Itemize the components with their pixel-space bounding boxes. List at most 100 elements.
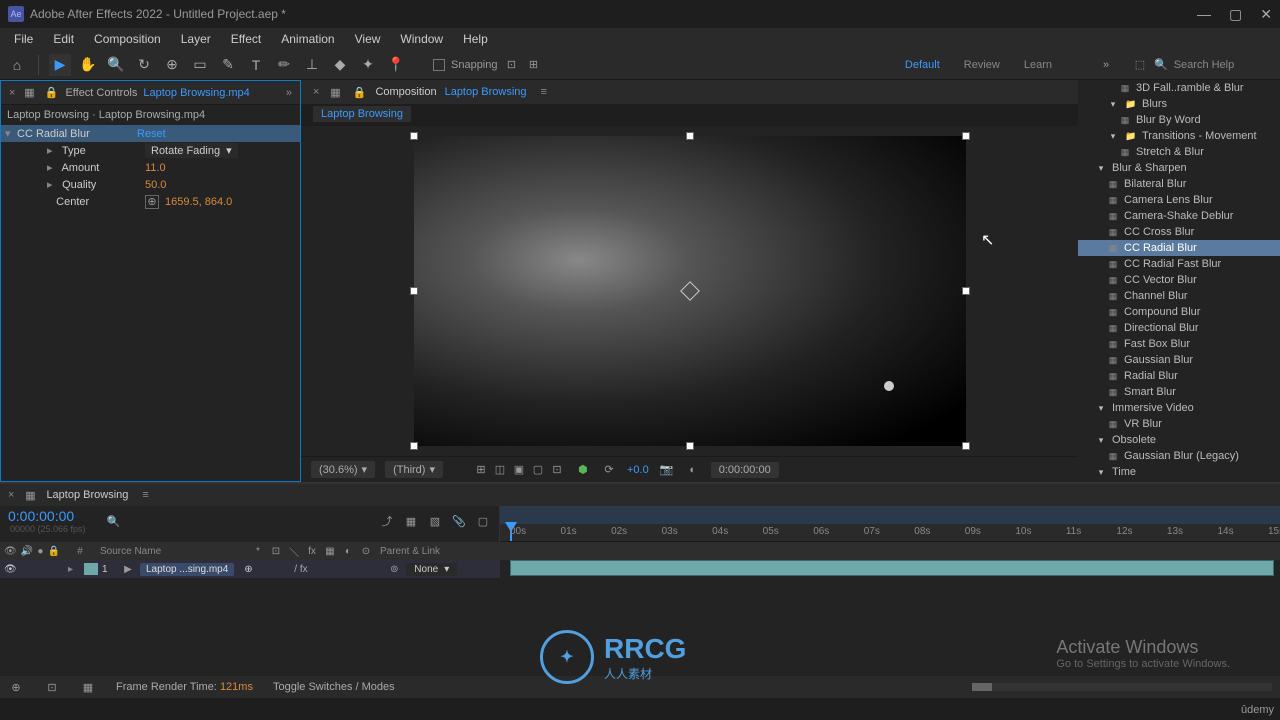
twirl-icon[interactable]: ▾ xyxy=(1106,98,1120,110)
snap-option-icon[interactable]: ⊡ xyxy=(504,57,520,73)
effect-item[interactable]: ▦CC Cross Blur xyxy=(1078,224,1280,240)
snapping-checkbox[interactable] xyxy=(433,59,445,71)
time-ruler[interactable]: 00s01s02s03s04s05s06s07s08s09s10s11s12s1… xyxy=(500,524,1280,542)
switch-icon[interactable]: ⊙ xyxy=(358,543,374,559)
effect-item[interactable]: ▦Fast Box Blur xyxy=(1078,336,1280,352)
layer-row[interactable]: 👁 ▸ 1 ▶ Laptop ...sing.mp4 ⊕ / fx ⊚ None… xyxy=(0,560,500,578)
switch-icon[interactable]: ＼ xyxy=(286,543,302,559)
anchor-point-icon[interactable] xyxy=(680,281,700,301)
rect-tool-icon[interactable]: ▭ xyxy=(189,54,211,76)
panel-menu-icon[interactable]: ≡ xyxy=(541,86,547,98)
menu-view[interactable]: View xyxy=(347,30,389,48)
panel-lock-icon[interactable]: 🔒 xyxy=(351,84,367,100)
home-icon[interactable]: ⌂ xyxy=(6,54,28,76)
region-icon[interactable]: ▣ xyxy=(511,462,527,478)
breadcrumb-item[interactable]: Laptop Browsing xyxy=(313,106,411,122)
grid-icon[interactable]: ⊡ xyxy=(549,462,565,478)
bbox-handle[interactable] xyxy=(962,442,970,450)
mask-icon[interactable]: ◫ xyxy=(492,462,508,478)
menu-help[interactable]: Help xyxy=(455,30,496,48)
workspace-learn[interactable]: Learn xyxy=(1024,55,1052,75)
toggle-icon[interactable]: ⊡ xyxy=(44,679,60,695)
switch-icon[interactable]: fx xyxy=(304,543,320,559)
minimize-button[interactable]: — xyxy=(1197,6,1211,23)
panel-menu-icon[interactable]: ≡ xyxy=(142,489,148,501)
bbox-handle[interactable] xyxy=(962,132,970,140)
panel-project-icon[interactable]: ▦ xyxy=(21,85,37,101)
snapshot-icon[interactable]: 📷 xyxy=(659,462,675,478)
shy-icon[interactable]: ⤴ xyxy=(379,513,395,529)
frame-blend-icon[interactable]: ▦ xyxy=(403,513,419,529)
effect-item[interactable]: ▦Radial Blur xyxy=(1078,368,1280,384)
panel-close-icon[interactable]: × xyxy=(313,86,319,98)
overflow-icon[interactable]: » xyxy=(1098,57,1114,73)
puppet-tool-icon[interactable]: 📍 xyxy=(385,54,407,76)
effect-item[interactable]: ▦Gaussian Blur xyxy=(1078,352,1280,368)
current-time-display[interactable]: 0:00:00:00 xyxy=(8,508,86,524)
pen-tool-icon[interactable]: ✎ xyxy=(217,54,239,76)
composition-name[interactable]: Laptop Browsing xyxy=(445,86,527,98)
effect-item[interactable]: ▦Smart Blur xyxy=(1078,384,1280,400)
orbit-tool-icon[interactable]: ↻ xyxy=(133,54,155,76)
switch-icon[interactable]: ▦ xyxy=(322,543,338,559)
share-icon[interactable]: ⬚ xyxy=(1132,57,1148,73)
category-row[interactable]: ▾Immersive Video xyxy=(1078,400,1280,416)
exposure-value[interactable]: +0.0 xyxy=(627,464,649,476)
panel-close-icon[interactable]: × xyxy=(9,87,15,99)
composition-viewer[interactable]: ↖ xyxy=(301,126,1078,456)
menu-composition[interactable]: Composition xyxy=(86,30,169,48)
selection-tool-icon[interactable]: ▶ xyxy=(49,54,71,76)
effect-item[interactable]: ▦Stretch & Blur xyxy=(1078,144,1280,160)
twirl-icon[interactable]: ▸ xyxy=(68,564,80,575)
snap-option2-icon[interactable]: ⊞ xyxy=(526,57,542,73)
effect-item[interactable]: ▦Compound Blur xyxy=(1078,304,1280,320)
twirl-icon[interactable]: ▾ xyxy=(5,127,17,140)
effect-item[interactable]: ▦CC Vector Blur xyxy=(1078,272,1280,288)
category-row[interactable]: ▾Blur & Sharpen xyxy=(1078,160,1280,176)
preview-timecode[interactable]: 0:00:00:00 xyxy=(711,462,779,478)
search-help[interactable]: 🔍 Search Help xyxy=(1154,58,1274,71)
reset-exposure-icon[interactable]: ⟳ xyxy=(601,462,617,478)
viewer-content[interactable] xyxy=(414,136,966,446)
motion-blur-icon[interactable]: ▧ xyxy=(427,513,443,529)
category-row[interactable]: ▾Time xyxy=(1078,464,1280,480)
effect-item[interactable]: ▦Blur By Word xyxy=(1078,112,1280,128)
effect-item[interactable]: ▦VR Blur xyxy=(1078,416,1280,432)
effect-controls-source[interactable]: Laptop Browsing.mp4 xyxy=(143,87,249,99)
channel-icon[interactable]: ⬢ xyxy=(575,462,591,478)
maximize-button[interactable]: ▢ xyxy=(1229,6,1242,23)
switch-value[interactable]: ⊕ xyxy=(244,564,256,575)
effect-center-marker[interactable] xyxy=(884,381,894,391)
graph-icon[interactable]: 📎 xyxy=(451,513,467,529)
switch-icon[interactable]: ⊡ xyxy=(268,543,284,559)
timeline-tab-name[interactable]: Laptop Browsing xyxy=(46,489,128,501)
effect-name[interactable]: CC Radial Blur xyxy=(17,128,137,140)
toggle-switches-modes[interactable]: Toggle Switches / Modes xyxy=(273,681,395,693)
effect-item[interactable]: ▦Camera Lens Blur xyxy=(1078,192,1280,208)
prop-center-value[interactable]: 1659.5, 864.0 xyxy=(165,196,232,208)
panel-close-icon[interactable]: × xyxy=(8,489,14,501)
parent-dropdown[interactable]: None▾ xyxy=(406,563,457,576)
panel-lock-icon[interactable]: 🔒 xyxy=(43,85,59,101)
twirl-icon[interactable]: ▾ xyxy=(1094,162,1108,174)
folder-row[interactable]: ▾📁Transitions - Movement xyxy=(1078,128,1280,144)
brush-tool-icon[interactable]: ✏ xyxy=(273,54,295,76)
layer-duration-bar[interactable] xyxy=(510,560,1274,576)
effect-item[interactable]: ▦Directional Blur xyxy=(1078,320,1280,336)
title-safe-icon[interactable]: ▢ xyxy=(530,462,546,478)
menu-file[interactable]: File xyxy=(6,30,41,48)
toggle-icon[interactable]: ▦ xyxy=(80,679,96,695)
switch-icon[interactable]: * xyxy=(250,543,266,559)
roto-tool-icon[interactable]: ✦ xyxy=(357,54,379,76)
prop-amount-value[interactable]: 11.0 xyxy=(145,162,166,174)
bbox-handle[interactable] xyxy=(410,442,418,450)
switch-icon[interactable]: ◐ xyxy=(340,543,356,559)
effect-item[interactable]: ▦CC Radial Fast Blur xyxy=(1078,256,1280,272)
layer-name[interactable]: Laptop ...sing.mp4 xyxy=(140,563,234,576)
audio-column-icon[interactable]: 🔊 xyxy=(21,543,33,559)
prop-quality-value[interactable]: 50.0 xyxy=(145,179,166,191)
effect-item[interactable]: ▦3D Fall..ramble & Blur xyxy=(1078,80,1280,96)
twirl-icon[interactable]: ▾ xyxy=(1094,466,1108,478)
twirl-icon[interactable]: ▸ xyxy=(47,178,59,191)
twirl-icon[interactable]: ▾ xyxy=(1094,434,1108,446)
